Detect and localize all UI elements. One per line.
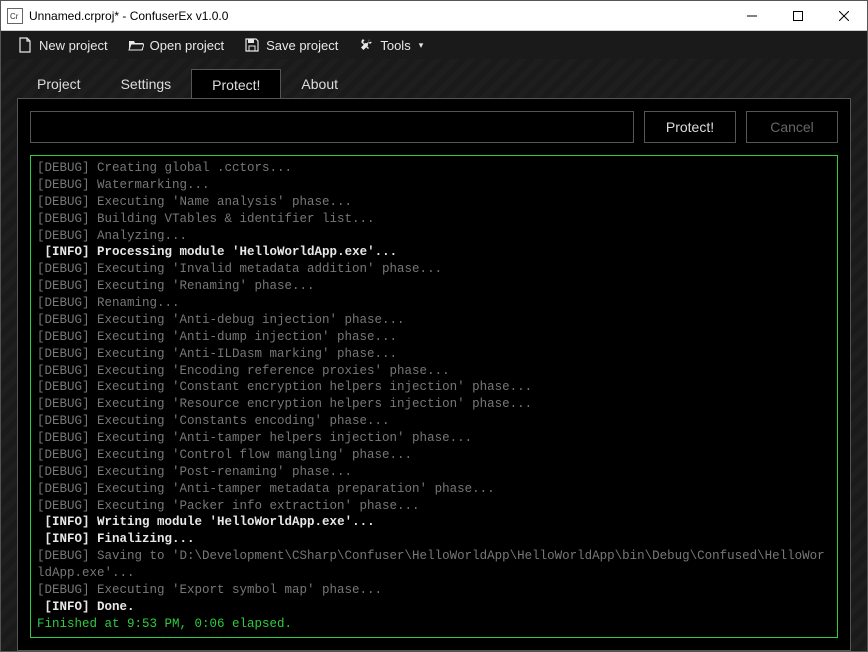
log-line: [DEBUG] Saving to 'D:\Development\CSharp…	[37, 548, 831, 582]
log-line: [DEBUG] Executing 'Name analysis' phase.…	[37, 194, 831, 211]
new-project-button[interactable]: New project	[9, 31, 116, 59]
tools-icon	[358, 37, 374, 53]
window-title: Unnamed.crproj* - ConfuserEx v1.0.0	[29, 9, 228, 23]
log-line: [DEBUG] Executing 'Anti-tamper helpers i…	[37, 430, 831, 447]
log-line: [DEBUG] Executing 'Constant encryption h…	[37, 379, 831, 396]
log-line: [INFO] Processing module 'HelloWorldApp.…	[37, 244, 831, 261]
tab-project[interactable]: Project	[17, 69, 101, 99]
app-window: Cr Unnamed.crproj* - ConfuserEx v1.0.0 N…	[0, 0, 868, 652]
save-project-button[interactable]: Save project	[236, 31, 346, 59]
log-line: [DEBUG] Executing 'Renaming' phase...	[37, 278, 831, 295]
log-line: [DEBUG] Executing 'Anti-debug injection'…	[37, 312, 831, 329]
log-line: [DEBUG] Executing 'Invalid metadata addi…	[37, 261, 831, 278]
log-line: [DEBUG] Executing 'Packer info extractio…	[37, 498, 831, 515]
log-line: [DEBUG] Executing 'Post-renaming' phase.…	[37, 464, 831, 481]
log-line: [INFO] Done.	[37, 599, 831, 616]
log-line: [DEBUG] Executing 'Resource encryption h…	[37, 396, 831, 413]
log-line: [DEBUG] Watermarking...	[37, 177, 831, 194]
titlebar: Cr Unnamed.crproj* - ConfuserEx v1.0.0	[1, 1, 867, 31]
tools-button[interactable]: Tools ▾	[350, 31, 431, 59]
log-line: [DEBUG] Executing 'Export symbol map' ph…	[37, 582, 831, 599]
tab-about[interactable]: About	[281, 69, 358, 99]
open-project-label: Open project	[150, 38, 224, 53]
log-line: [DEBUG] Executing 'Encoding reference pr…	[37, 363, 831, 380]
log-container: [DEBUG] Creating global .cctors...[DEBUG…	[30, 155, 838, 638]
open-project-button[interactable]: Open project	[120, 31, 232, 59]
save-project-label: Save project	[266, 38, 338, 53]
close-button[interactable]	[821, 1, 867, 31]
tab-protect[interactable]: Protect!	[191, 69, 281, 99]
log-line: [DEBUG] Executing 'Control flow mangling…	[37, 447, 831, 464]
protect-button[interactable]: Protect!	[644, 111, 736, 143]
chevron-down-icon: ▾	[419, 40, 424, 51]
tab-settings[interactable]: Settings	[101, 69, 192, 99]
tab-bar: ProjectSettingsProtect!About	[17, 69, 851, 99]
log-line: [DEBUG] Executing 'Constants encoding' p…	[37, 413, 831, 430]
log-line: Finished at 9:53 PM, 0:06 elapsed.	[37, 616, 831, 633]
cancel-button: Cancel	[746, 111, 838, 143]
new-project-label: New project	[39, 38, 108, 53]
protect-panel: Protect! Cancel [DEBUG] Creating global …	[17, 98, 851, 651]
log-output[interactable]: [DEBUG] Creating global .cctors...[DEBUG…	[31, 156, 837, 637]
progress-bar	[30, 111, 634, 143]
log-line: [INFO] Writing module 'HelloWorldApp.exe…	[37, 514, 831, 531]
log-line: [DEBUG] Executing 'Anti-dump injection' …	[37, 329, 831, 346]
log-line: [DEBUG] Renaming...	[37, 295, 831, 312]
toolbar: New project Open project Save project To…	[1, 31, 867, 59]
maximize-button[interactable]	[775, 1, 821, 31]
tools-label: Tools	[380, 38, 410, 53]
log-line: [DEBUG] Creating global .cctors...	[37, 160, 831, 177]
log-line: [DEBUG] Analyzing...	[37, 228, 831, 245]
log-line: [DEBUG] Executing 'Anti-tamper metadata …	[37, 481, 831, 498]
folder-open-icon	[128, 37, 144, 53]
file-icon	[17, 37, 33, 53]
log-line: [DEBUG] Building VTables & identifier li…	[37, 211, 831, 228]
save-icon	[244, 37, 260, 53]
log-line: [INFO] Finalizing...	[37, 531, 831, 548]
svg-text:Cr: Cr	[10, 12, 19, 21]
minimize-button[interactable]	[729, 1, 775, 31]
app-icon: Cr	[7, 8, 23, 24]
log-line: [DEBUG] Executing 'Anti-ILDasm marking' …	[37, 346, 831, 363]
